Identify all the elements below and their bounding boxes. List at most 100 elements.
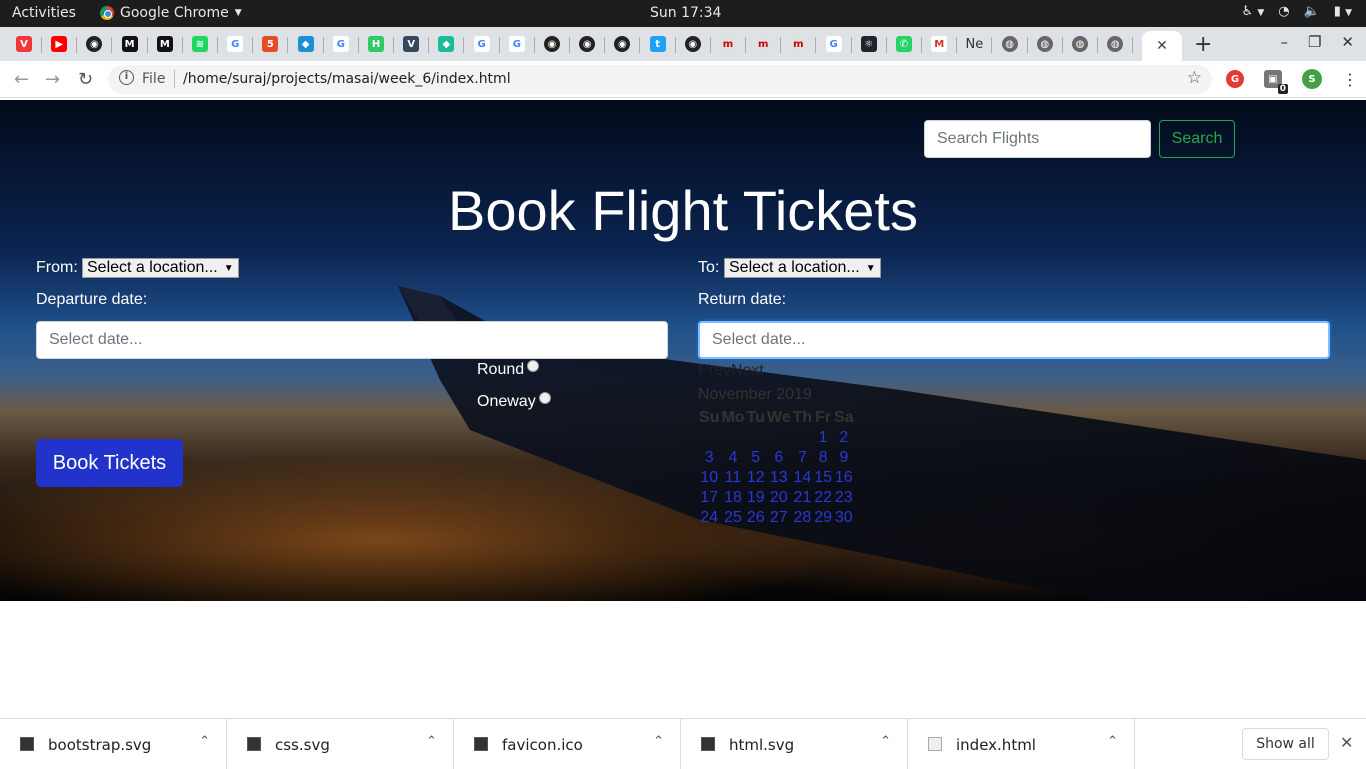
activities-button[interactable]: Activities [12, 5, 76, 21]
reload-icon[interactable]: ↻ [78, 69, 93, 90]
tab-globe[interactable]: ◍ [1033, 33, 1057, 55]
calendar-day[interactable]: 4 [720, 448, 745, 468]
profile-avatar[interactable]: S [1302, 69, 1322, 89]
calendar-day[interactable]: 18 [720, 488, 745, 508]
tab-html5[interactable]: 5 [258, 33, 282, 55]
accessibility-icon[interactable]: ♿ ▼ [1242, 4, 1265, 19]
calendar-day[interactable]: 17 [698, 488, 720, 508]
oneway-radio[interactable] [538, 392, 551, 404]
address-bar[interactable]: i File /home/suraj/projects/masai/week_6… [108, 65, 1212, 94]
chevron-up-icon[interactable]: ⌃ [1107, 734, 1118, 749]
calendar-day[interactable]: 2 [833, 428, 855, 448]
tab-hackerrank[interactable]: H [364, 33, 388, 55]
chevron-up-icon[interactable]: ⌃ [426, 734, 437, 749]
chevron-up-icon[interactable]: ⌃ [653, 734, 664, 749]
active-tab[interactable]: ✕ [1142, 31, 1182, 61]
tab-medium[interactable]: M [153, 33, 177, 55]
tab-globe[interactable]: ◍ [1103, 33, 1127, 55]
tab-github[interactable]: ◉ [681, 33, 705, 55]
calendar-day[interactable]: 7 [792, 448, 814, 468]
departure-date-input[interactable] [36, 321, 668, 359]
new-tab-button[interactable]: + [1194, 32, 1212, 57]
chevron-up-icon[interactable]: ⌃ [880, 734, 891, 749]
grammarly-icon[interactable]: G [1226, 70, 1244, 88]
calendar-day[interactable]: 8 [813, 448, 833, 468]
tab-gmail[interactable]: M [927, 33, 951, 55]
tab-google[interactable]: G [822, 33, 846, 55]
show-all-button[interactable]: Show all [1242, 728, 1329, 760]
tab-google[interactable]: G [223, 33, 247, 55]
calendar-day[interactable]: 28 [792, 508, 814, 528]
calendar-day[interactable]: 29 [813, 508, 833, 528]
round-trip-option[interactable]: Round [477, 360, 540, 379]
tab-vue[interactable]: V [399, 33, 423, 55]
tab-github[interactable]: ◉ [575, 33, 599, 55]
tab-google[interactable]: G [329, 33, 353, 55]
tab-github[interactable]: ◉ [540, 33, 564, 55]
tab-globe[interactable]: ◍ [998, 33, 1022, 55]
book-tickets-button[interactable]: Book Tickets [36, 439, 183, 487]
calendar-day[interactable]: 27 [766, 508, 792, 528]
tab-google[interactable]: G [470, 33, 494, 55]
search-flights-input[interactable] [924, 120, 1151, 158]
round-radio[interactable] [527, 360, 540, 372]
calendar-prev-button[interactable]: Prev [698, 362, 731, 379]
extension-icon[interactable]: ▣ 0 [1264, 70, 1288, 94]
download-item[interactable]: index.html ⌃ [908, 719, 1135, 769]
calendar-day[interactable]: 10 [698, 468, 720, 488]
calendar-day[interactable]: 16 [833, 468, 855, 488]
minimize-icon[interactable]: – [1280, 33, 1288, 51]
download-item[interactable]: css.svg ⌃ [227, 719, 454, 769]
tab-masai[interactable]: m [716, 33, 740, 55]
bookmark-star-icon[interactable]: ☆ [1187, 68, 1202, 88]
site-info-icon[interactable]: i [119, 70, 134, 85]
download-item[interactable]: favicon.ico ⌃ [454, 719, 681, 769]
calendar-day[interactable]: 25 [720, 508, 745, 528]
return-date-input[interactable] [698, 321, 1330, 359]
calendar-day[interactable]: 14 [792, 468, 814, 488]
calendar-day[interactable]: 12 [746, 468, 766, 488]
tab-twitter[interactable]: t [646, 33, 670, 55]
tab-google[interactable]: G [505, 33, 529, 55]
tab-masai[interactable]: m [786, 33, 810, 55]
calendar-day[interactable]: 9 [833, 448, 855, 468]
tab-github[interactable]: ◉ [610, 33, 634, 55]
tab-whatsapp[interactable]: ✆ [892, 33, 916, 55]
close-tab-icon[interactable]: ✕ [1156, 38, 1168, 54]
tab-react[interactable]: ⚛ [857, 33, 881, 55]
calendar-day[interactable]: 13 [766, 468, 792, 488]
app-menu[interactable]: Google Chrome ▼ [100, 5, 242, 21]
url-text[interactable]: /home/suraj/projects/masai/week_6/index.… [183, 71, 511, 87]
chevron-up-icon[interactable]: ⌃ [199, 734, 210, 749]
oneway-trip-option[interactable]: Oneway [477, 392, 551, 411]
to-select[interactable]: Select a location... ▼ [724, 258, 881, 278]
calendar-day[interactable]: 1 [813, 428, 833, 448]
calendar-day[interactable]: 23 [833, 488, 855, 508]
calendar-day[interactable]: 30 [833, 508, 855, 528]
calendar-day[interactable]: 6 [766, 448, 792, 468]
calendar-day[interactable]: 5 [746, 448, 766, 468]
clock[interactable]: Sun 17:34 [650, 5, 721, 21]
download-item[interactable]: bootstrap.svg ⌃ [0, 719, 227, 769]
download-item[interactable]: html.svg ⌃ [681, 719, 908, 769]
from-select[interactable]: Select a location... ▼ [82, 258, 239, 278]
forward-icon[interactable]: → [45, 69, 60, 90]
back-icon[interactable]: ← [14, 69, 29, 90]
tab-spotify[interactable]: ≋ [188, 33, 212, 55]
tab-dev-diamond[interactable]: ◆ [434, 33, 458, 55]
calendar-day[interactable]: 22 [813, 488, 833, 508]
calendar-day[interactable]: 15 [813, 468, 833, 488]
calendar-day[interactable]: 3 [698, 448, 720, 468]
tab-codepen[interactable]: ◆ [294, 33, 318, 55]
tab-medium[interactable]: M [118, 33, 142, 55]
calendar-day[interactable]: 19 [746, 488, 766, 508]
restore-icon[interactable]: ❐ [1308, 33, 1321, 51]
calendar-day[interactable]: 11 [720, 468, 745, 488]
close-window-icon[interactable]: ✕ [1341, 33, 1354, 51]
tab-globe[interactable]: ◍ [1068, 33, 1092, 55]
tab-github[interactable]: ◉ [82, 33, 106, 55]
calendar-day[interactable]: 21 [792, 488, 814, 508]
close-download-bar-icon[interactable]: ✕ [1340, 733, 1353, 752]
menu-kebab-icon[interactable]: ⋮ [1342, 70, 1358, 89]
tab-ne-tab[interactable]: Ne [962, 33, 986, 55]
